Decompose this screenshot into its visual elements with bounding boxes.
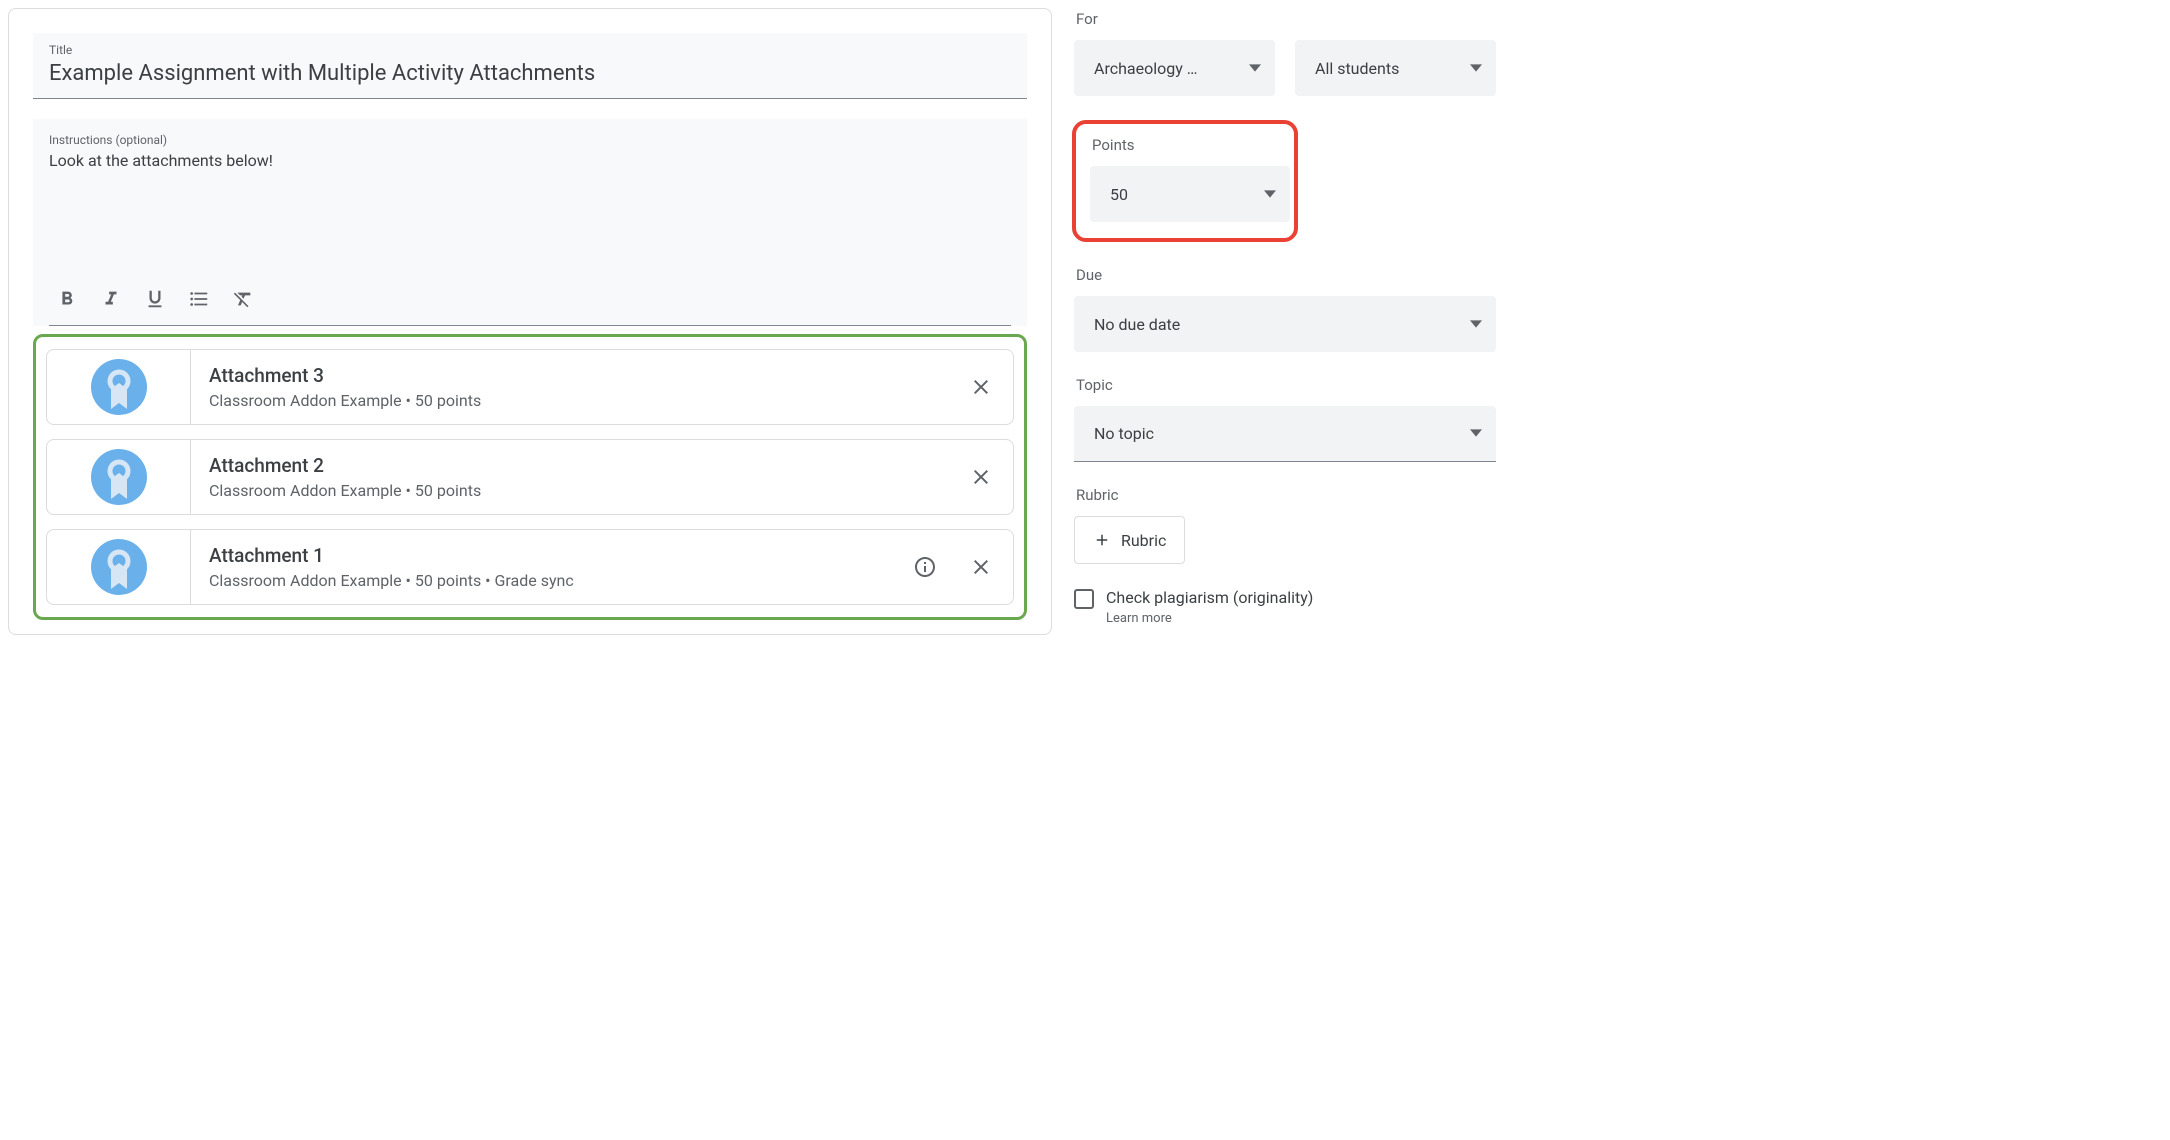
remove-attachment-button[interactable] <box>967 463 995 491</box>
chevron-down-icon <box>1470 424 1482 443</box>
title-label: Title <box>49 43 1011 57</box>
attachment-card[interactable]: Attachment 2 Classroom Addon Example • 5… <box>46 439 1014 515</box>
remove-attachment-button[interactable] <box>967 373 995 401</box>
due-label: Due <box>1076 266 1496 284</box>
points-dropdown[interactable]: 50 <box>1090 166 1290 222</box>
assignment-card: Title Instructions (optional) <box>8 8 1052 635</box>
attachment-body: Attachment 1 Classroom Addon Example • 5… <box>191 530 911 604</box>
clear-format-button[interactable] <box>225 281 261 317</box>
plus-icon <box>1093 531 1111 549</box>
attachment-title: Attachment 3 <box>209 364 949 387</box>
format-toolbar <box>49 275 1011 326</box>
attachments-list: Attachment 3 Classroom Addon Example • 5… <box>33 334 1027 620</box>
attachment-subtitle: Classroom Addon Example • 50 points • Gr… <box>209 571 893 590</box>
instructions-textarea[interactable] <box>49 151 1011 271</box>
title-input[interactable] <box>49 61 1011 86</box>
sidebar: For Archaeology … All students Points 50 <box>1060 0 1506 660</box>
chevron-down-icon <box>1470 59 1482 78</box>
add-rubric-button[interactable]: Rubric <box>1074 516 1185 564</box>
attachment-icon <box>47 350 191 424</box>
chevron-down-icon <box>1470 315 1482 334</box>
attachment-card[interactable]: Attachment 3 Classroom Addon Example • 5… <box>46 349 1014 425</box>
for-label: For <box>1076 10 1496 28</box>
attachment-icon <box>47 440 191 514</box>
attachment-subtitle: Classroom Addon Example • 50 points <box>209 391 949 410</box>
italic-button[interactable] <box>93 281 129 317</box>
due-date-dropdown[interactable]: No due date <box>1074 296 1496 352</box>
bullet-list-button[interactable] <box>181 281 217 317</box>
remove-attachment-button[interactable] <box>967 553 995 581</box>
chevron-down-icon <box>1249 59 1261 78</box>
instructions-field: Instructions (optional) <box>33 119 1027 326</box>
topic-dropdown[interactable]: No topic <box>1074 406 1496 462</box>
rubric-label: Rubric <box>1076 486 1496 504</box>
info-icon[interactable] <box>911 553 939 581</box>
points-highlight: Points 50 <box>1072 120 1298 242</box>
underline-button[interactable] <box>137 281 173 317</box>
topic-label: Topic <box>1076 376 1496 394</box>
chevron-down-icon <box>1264 185 1276 204</box>
attachment-body: Attachment 2 Classroom Addon Example • 5… <box>191 440 967 514</box>
attachment-title: Attachment 1 <box>209 544 893 567</box>
bold-button[interactable] <box>49 281 85 317</box>
attachment-card[interactable]: Attachment 1 Classroom Addon Example • 5… <box>46 529 1014 605</box>
attachment-title: Attachment 2 <box>209 454 949 477</box>
plagiarism-checkbox[interactable] <box>1074 589 1094 609</box>
instructions-label: Instructions (optional) <box>49 133 1011 147</box>
class-dropdown[interactable]: Archaeology … <box>1074 40 1275 96</box>
attachment-icon <box>47 530 191 604</box>
attachment-subtitle: Classroom Addon Example • 50 points <box>209 481 949 500</box>
learn-more-link[interactable]: Learn more <box>1106 611 1313 626</box>
points-label: Points <box>1092 136 1280 154</box>
plagiarism-label: Check plagiarism (originality) <box>1106 588 1313 607</box>
students-dropdown[interactable]: All students <box>1295 40 1496 96</box>
title-field[interactable]: Title <box>33 33 1027 99</box>
attachment-body: Attachment 3 Classroom Addon Example • 5… <box>191 350 967 424</box>
